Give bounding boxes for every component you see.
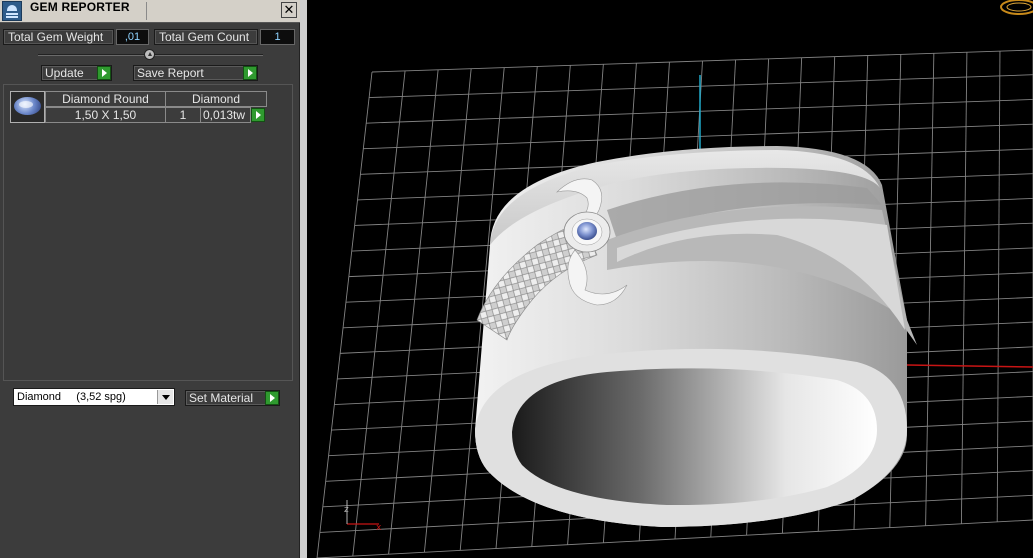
update-button[interactable]: Update [41, 65, 112, 81]
gem-reporter-app-icon [2, 1, 22, 21]
x-axis-label: x [376, 523, 382, 533]
set-material-button[interactable]: Set Material [185, 390, 280, 406]
gem-count-cell: 1 [165, 107, 201, 123]
viewport-canvas[interactable]: x z [307, 0, 1033, 558]
gem-row-play-icon[interactable] [251, 108, 265, 122]
round-diamond-icon [14, 97, 41, 115]
total-gem-weight-value: ,01 [116, 29, 149, 45]
play-arrow-icon [97, 66, 111, 80]
play-arrow-icon [265, 391, 279, 405]
gem-list-area [3, 84, 293, 381]
total-gem-count-value: 1 [260, 29, 295, 45]
gem-stone[interactable] [577, 222, 597, 240]
gem-material-header: Diamond [165, 91, 267, 107]
3d-viewport[interactable]: x z [307, 0, 1033, 558]
viewport-frame [300, 0, 307, 558]
report-slider-handle[interactable] [144, 49, 155, 60]
navigation-cube-icon[interactable] [999, 0, 1033, 18]
material-select[interactable]: Diamond (3,52 spg) [13, 388, 175, 406]
update-button-label: Update [45, 66, 84, 80]
close-button[interactable]: ✕ [281, 2, 297, 18]
chevron-down-icon[interactable] [157, 390, 173, 404]
gem-size-cell: 1,50 X 1,50 [45, 107, 166, 123]
material-select-value: Diamond (3,52 spg) [17, 391, 126, 403]
total-gem-count-label: Total Gem Count [154, 29, 258, 45]
title-separator [146, 2, 147, 20]
total-gem-weight-label: Total Gem Weight [3, 29, 114, 45]
set-material-button-label: Set Material [189, 391, 254, 405]
title-bar: GEM REPORTER ✕ [0, 0, 300, 23]
gem-reporter-panel: GEM REPORTER ✕ Total Gem Weight ,01 Tota… [0, 0, 300, 558]
play-arrow-icon [243, 66, 257, 80]
save-report-button[interactable]: Save Report [133, 65, 258, 81]
gem-thumbnail[interactable] [10, 91, 45, 123]
z-axis-label: z [344, 505, 349, 515]
window-title: GEM REPORTER [30, 0, 130, 14]
ring-model[interactable] [475, 146, 917, 527]
gem-weight-cell: 0,013tw [200, 107, 251, 123]
gem-shape-header: Diamond Round [45, 91, 166, 107]
save-report-button-label: Save Report [137, 66, 204, 80]
